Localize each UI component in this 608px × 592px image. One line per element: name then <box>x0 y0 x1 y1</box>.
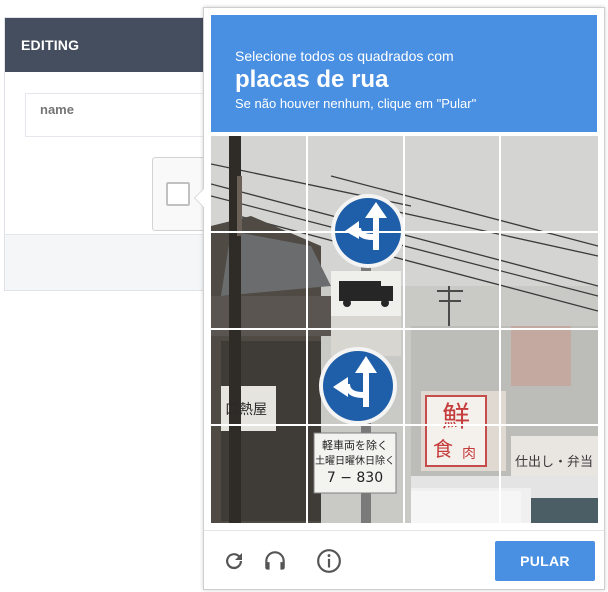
instruction-skip-hint: Se não houver nenhum, clique em "Pular" <box>235 96 477 111</box>
tile-r1-c1[interactable] <box>211 136 308 233</box>
challenge-image-grid: 鮮 食 肉 仕出し・弁当 口熱屋 軽車両を除く 土曜日曜休日除く 7 − 830 <box>211 136 598 523</box>
editing-title: EDITING <box>21 37 80 53</box>
tile-r2-c2[interactable] <box>307 232 405 330</box>
tile-r3-c1[interactable] <box>211 329 308 427</box>
tile-grid <box>211 136 598 523</box>
instruction-text: Selecione todos os quadrados com <box>235 48 454 64</box>
tile-r4-c4[interactable] <box>501 426 598 523</box>
challenge-footer: PULAR <box>204 530 604 590</box>
headphones-icon[interactable] <box>262 548 288 574</box>
recaptcha-challenge: Selecione todos os quadrados com placas … <box>194 7 605 590</box>
info-icon[interactable] <box>316 548 342 574</box>
tile-r3-c2[interactable] <box>307 329 405 427</box>
tile-r1-c4[interactable] <box>501 136 598 233</box>
tile-r2-c3[interactable] <box>404 232 502 330</box>
tile-r4-c1[interactable] <box>211 426 308 523</box>
instruction-keyword: placas de rua <box>235 66 389 93</box>
tile-r3-c4[interactable] <box>501 330 598 427</box>
tile-r2-c4[interactable] <box>501 233 598 330</box>
challenge-instructions: Selecione todos os quadrados com placas … <box>211 15 597 132</box>
recaptcha-checkbox[interactable] <box>166 182 190 206</box>
tile-r3-c3[interactable] <box>404 329 502 427</box>
reload-icon[interactable] <box>221 548 247 574</box>
tile-r2-c1[interactable] <box>211 232 308 330</box>
tile-r1-c3[interactable] <box>404 136 502 233</box>
tile-r4-c2[interactable] <box>308 426 405 523</box>
tile-r4-c3[interactable] <box>405 426 502 523</box>
tile-r1-c2[interactable] <box>307 136 405 233</box>
challenge-pointer <box>194 188 204 208</box>
skip-button[interactable]: PULAR <box>495 541 595 581</box>
